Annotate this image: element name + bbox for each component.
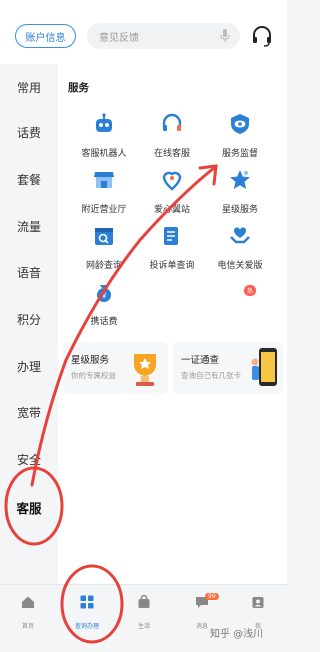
card-subtitle: 你的专属权益 xyxy=(71,371,116,380)
category-item[interactable]: 积分 xyxy=(0,311,58,328)
category-sidebar: 常用 话费 套餐 流量 语音 积分 办理 宽带 安全 客服 xyxy=(0,64,58,584)
service-label: 星级服务 xyxy=(221,205,258,215)
balance-bag-icon: ¥ xyxy=(97,285,111,302)
service-care-station[interactable]: 爱心翼站 xyxy=(136,168,208,216)
tab-label: 首页 xyxy=(21,623,34,630)
service-care-version[interactable]: 电信关爱版 xyxy=(204,224,276,272)
category-item[interactable]: 宽带 xyxy=(0,404,58,421)
search-placeholder: 意见反馈 xyxy=(99,32,139,44)
bottom-tab-bar: 首页 查询办理 生活 消息 我 xyxy=(0,584,287,652)
card-title: 一证通查 xyxy=(181,355,220,366)
microphone-icon[interactable] xyxy=(220,29,230,43)
promo-card-star-service[interactable]: 星级服务 你的专属权益 xyxy=(63,342,168,394)
service-complaint-query[interactable]: 投诉单查询 xyxy=(136,224,208,272)
service-carry-balance[interactable]: ¥ 携话费 xyxy=(68,280,140,328)
grid-icon xyxy=(80,595,94,609)
section-title: 服务 xyxy=(68,82,89,94)
category-item[interactable]: 套餐 xyxy=(0,171,58,188)
eye-shield-icon xyxy=(231,114,249,134)
service-network-age[interactable]: 网龄查询 xyxy=(68,224,140,272)
profile-icon xyxy=(252,597,264,608)
robot-icon xyxy=(96,113,112,132)
trophy-illustration xyxy=(134,354,156,386)
headset-icon xyxy=(162,113,182,131)
search-input[interactable]: 意见反馈 xyxy=(87,23,240,49)
card-subtitle: 查询自己有几张卡 xyxy=(181,371,241,380)
service-star-level[interactable]: 星级服务 xyxy=(204,168,276,216)
heart-hands-icon xyxy=(230,227,250,244)
svg-text:¥: ¥ xyxy=(101,292,106,301)
service-panel: 服务 客服机器人 在线客服 服务监督 附近营业厅 爱心翼站 星级服务 网龄查询 … xyxy=(58,64,287,584)
tab-label: 查询办理 xyxy=(74,623,99,630)
category-item[interactable]: 流量 xyxy=(0,218,58,235)
phone-person-illustration xyxy=(251,348,277,386)
calendar-search-icon xyxy=(95,228,113,245)
category-item-customer-service[interactable]: 客服 xyxy=(0,498,58,517)
tab-home[interactable]: 首页 xyxy=(8,595,48,632)
card-title: 星级服务 xyxy=(71,355,110,366)
home-icon xyxy=(22,596,34,608)
service-label: 电信关爱版 xyxy=(217,261,263,271)
service-label: 网龄查询 xyxy=(85,261,122,271)
category-item[interactable]: 话费 xyxy=(0,124,58,141)
service-label: 爱心翼站 xyxy=(153,205,190,215)
service-label: 客服机器人 xyxy=(81,149,127,159)
service-label: 投诉单查询 xyxy=(149,261,195,271)
category-item[interactable]: 常用 xyxy=(0,79,58,96)
category-item[interactable]: 语音 xyxy=(0,264,58,281)
heart-pin-icon xyxy=(162,171,182,191)
service-robot[interactable]: 客服机器人 xyxy=(68,112,140,160)
service-nearby-store[interactable]: 附近营业厅 xyxy=(68,168,140,216)
promo-card-id-check[interactable]: 一证通查 查询自己有几张卡 xyxy=(173,342,283,394)
service-label: 携话费 xyxy=(90,317,118,327)
category-item[interactable]: 办理 xyxy=(0,358,58,375)
top-bar: 账户信息 意见反馈 xyxy=(0,0,287,64)
account-info-button[interactable]: 账户信息 xyxy=(15,24,76,48)
complaint-form-icon xyxy=(164,227,178,245)
tab-life[interactable]: 生活 xyxy=(124,595,164,632)
service-online-support[interactable]: 在线客服 xyxy=(136,112,208,160)
service-label: 服务监督 xyxy=(221,149,258,159)
hot-badge: 热 xyxy=(244,285,257,296)
service-label: 在线客服 xyxy=(153,149,190,159)
category-item[interactable]: 安全 xyxy=(0,451,58,468)
service-supervision[interactable]: 服务监督 xyxy=(204,112,276,160)
star-icon xyxy=(230,170,250,189)
watermark-text: 知乎 @浅川 xyxy=(210,629,264,640)
tab-label: 消息 xyxy=(195,623,208,630)
tab-query[interactable]: 查询办理 xyxy=(67,595,107,632)
headset-icon[interactable] xyxy=(251,25,273,47)
bag-icon xyxy=(138,595,150,608)
tab-label: 生活 xyxy=(137,623,150,630)
store-icon xyxy=(94,172,114,188)
service-label: 附近营业厅 xyxy=(81,205,127,215)
message-count-badge: 99 xyxy=(205,593,219,600)
